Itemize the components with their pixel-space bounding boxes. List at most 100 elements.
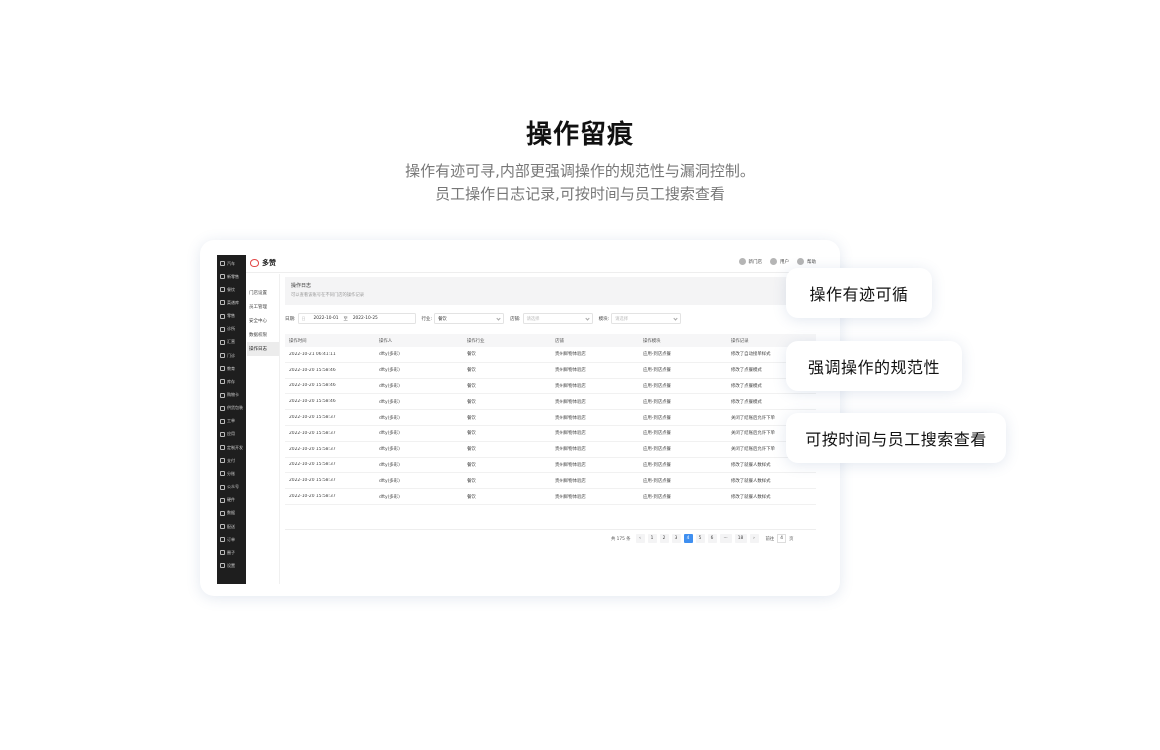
sidebar-item[interactable]: 订单 bbox=[217, 534, 246, 545]
table-row: 2022-10-20 15:58:46 dfty(多彩) 餐饮 贵州鲜物体验店 应用-到… bbox=[285, 394, 816, 411]
table-cell: 应用-到店点餐 bbox=[643, 368, 671, 374]
sidebar-item-label: 购物卡 bbox=[227, 392, 239, 397]
sidebar-item[interactable]: 硬件 bbox=[217, 495, 246, 506]
table-cell: 修改了就餐人数样式 bbox=[731, 494, 771, 500]
sidebar-item[interactable]: 汇营 bbox=[217, 337, 246, 348]
table-cell: 应用-到店点餐 bbox=[643, 431, 671, 437]
table-cell: 2022-10-20 15:58:37 bbox=[289, 430, 336, 436]
sub-nav-item[interactable]: 员工管理 bbox=[247, 300, 279, 314]
sidebar-item-icon bbox=[220, 405, 225, 411]
sidebar-item[interactable]: 库存 bbox=[217, 376, 246, 387]
prev-page-button[interactable]: ‹ bbox=[635, 534, 645, 543]
main-sidebar: 汽车新零售餐饮菜谱库零售诊所汇营门诊教育库存购物卡供货包装工单应用定制开发支付分… bbox=[217, 255, 246, 584]
page-button[interactable]: ··· bbox=[719, 534, 732, 543]
page-button[interactable]: 5 bbox=[695, 534, 705, 543]
sub-nav-item[interactable]: 安全中心 bbox=[247, 314, 279, 328]
table-cell: 餐饮 bbox=[467, 383, 476, 389]
table-cell: 餐饮 bbox=[467, 431, 476, 437]
topbar: 新门店 用户 帮助 bbox=[738, 258, 816, 265]
sidebar-item[interactable]: 诊所 bbox=[217, 324, 246, 335]
table-row: 2022-10-20 15:58:37 dfty(多彩) 餐饮 贵州鲜物体验店 应用-到… bbox=[285, 489, 816, 505]
module-select[interactable]: 请选择 bbox=[611, 313, 682, 324]
sidebar-item[interactable]: 菜谱库 bbox=[217, 297, 246, 308]
sidebar-item[interactable]: 定制开发 bbox=[217, 442, 246, 453]
table-cell: 贵州鲜物体验店 bbox=[555, 383, 586, 389]
store-icon bbox=[738, 258, 746, 265]
table-row: 2022-10-20 15:58:37 dfty(多彩) 餐饮 贵州鲜物体验店 应用-到… bbox=[285, 442, 816, 458]
sidebar-item[interactable]: 餐饮 bbox=[217, 284, 246, 295]
sidebar-item-label: 菜谱库 bbox=[227, 299, 239, 305]
sidebar-item[interactable]: 圈子 bbox=[217, 547, 246, 558]
store-select[interactable]: 请选择 bbox=[522, 313, 593, 324]
sidebar-item[interactable]: 分账 bbox=[217, 468, 246, 479]
sidebar-item[interactable]: 工单 bbox=[217, 416, 246, 427]
sub-nav-item[interactable]: 门店设置 bbox=[247, 286, 279, 300]
sidebar-item-label: 定制开发 bbox=[227, 444, 243, 450]
help-link[interactable]: 帮助 bbox=[797, 258, 816, 265]
table-cell: 贵州鲜物体验店 bbox=[555, 399, 586, 405]
goto-label: 前往 bbox=[765, 536, 775, 542]
sidebar-item-icon bbox=[220, 458, 225, 464]
store-switcher[interactable]: 新门店 bbox=[738, 258, 762, 265]
sidebar-item-icon bbox=[220, 524, 225, 529]
page-list: 1 2 3 4 5 6 ··· 18 bbox=[647, 534, 747, 543]
sub-nav: 门店设置 员工管理 安全中心 数据权限 操作日志 bbox=[247, 286, 279, 356]
goto-suffix: 页 bbox=[789, 536, 794, 542]
date-separator: 至 bbox=[343, 316, 348, 322]
sidebar-item[interactable]: 供货包装 bbox=[217, 403, 246, 414]
sidebar-item-icon bbox=[220, 366, 225, 372]
next-page-button[interactable]: › bbox=[749, 534, 759, 543]
page-button[interactable]: 2 bbox=[659, 534, 669, 543]
sidebar-item[interactable]: 公众号 bbox=[217, 482, 246, 493]
industry-select[interactable]: 餐饮 bbox=[434, 313, 505, 324]
sidebar-item[interactable]: 支付 bbox=[217, 455, 246, 466]
sub-nav-item[interactable]: 数据权限 bbox=[247, 328, 279, 342]
table-cell: 贵州鲜物体验店 bbox=[555, 352, 586, 358]
filter-bar: 日期: 日 2022-10-01 至 2022-10-25 行业: 餐饮 店铺:… bbox=[285, 313, 687, 324]
date-range-picker[interactable]: 日 2022-10-01 至 2022-10-25 bbox=[297, 313, 416, 324]
page-button[interactable]: 4 bbox=[683, 534, 693, 543]
goto-page-input[interactable]: 4 bbox=[777, 534, 787, 543]
table-header: 操作时间 操作人 操作行业 店铺 操作模块 操作记录 bbox=[285, 334, 816, 347]
page-button[interactable]: 3 bbox=[671, 534, 681, 543]
sidebar-item[interactable]: 新零售 bbox=[217, 271, 246, 282]
sidebar-item-label: 工单 bbox=[227, 418, 235, 424]
sidebar-item[interactable]: 门诊 bbox=[217, 350, 246, 361]
sidebar-item[interactable]: 零售 bbox=[217, 311, 246, 322]
sidebar-item[interactable]: 购物卡 bbox=[217, 390, 246, 401]
pagination: 共 175 条 ‹ 1 2 3 4 5 6 ··· 18 › 前往 4 页 bbox=[611, 534, 795, 543]
sidebar-item-label: 硬件 bbox=[227, 497, 235, 503]
sidebar-item-label: 汽车 bbox=[227, 260, 235, 266]
sidebar-item-label: 教育 bbox=[227, 365, 235, 371]
chevron-down-icon bbox=[584, 316, 590, 321]
industry-value: 餐饮 bbox=[438, 316, 447, 322]
sidebar-item-label: 供货包装 bbox=[227, 405, 243, 411]
callout-standardized: 强调操作的规范性 bbox=[786, 341, 962, 391]
user-menu[interactable]: 用户 bbox=[770, 258, 789, 265]
sidebar-item-label: 支付 bbox=[227, 457, 235, 463]
table-cell: 餐饮 bbox=[467, 462, 476, 468]
sidebar-item[interactable]: 配送 bbox=[217, 521, 246, 532]
sidebar-item-icon bbox=[220, 392, 225, 398]
notice-description: 可以查看该账号在不同门店的操作记录 bbox=[291, 293, 365, 298]
sidebar-item[interactable]: 汽车 bbox=[217, 258, 246, 269]
sub-nav-item[interactable]: 操作日志 bbox=[247, 342, 279, 356]
page-button[interactable]: 6 bbox=[707, 534, 717, 543]
table-body: 2022-10-21 06:41:11 dfty(多彩) 餐饮 贵州鲜物体验店 应用-到… bbox=[285, 347, 816, 505]
sidebar-item[interactable]: 设置 bbox=[217, 560, 246, 571]
page-button[interactable]: 18 bbox=[734, 534, 747, 543]
page-button[interactable]: 1 bbox=[647, 534, 657, 543]
sidebar-item-label: 零售 bbox=[227, 313, 235, 319]
table-cell: 应用-到店点餐 bbox=[643, 478, 671, 484]
table-cell: 应用-到店点餐 bbox=[643, 494, 671, 500]
callout-searchable: 可按时间与员工搜索查看 bbox=[786, 413, 1006, 463]
table-cell: 2022-10-20 15:58:37 bbox=[289, 415, 336, 421]
sidebar-item-icon bbox=[220, 379, 225, 385]
table-cell: 餐饮 bbox=[467, 494, 476, 500]
sidebar-item[interactable]: 教育 bbox=[217, 363, 246, 374]
table-cell: 餐饮 bbox=[467, 399, 476, 405]
table-cell: 贵州鲜物体验店 bbox=[555, 415, 586, 421]
sidebar-item[interactable]: 数据 bbox=[217, 508, 246, 519]
sidebar-item[interactable]: 应用 bbox=[217, 429, 246, 440]
sidebar-item-icon bbox=[220, 563, 225, 569]
